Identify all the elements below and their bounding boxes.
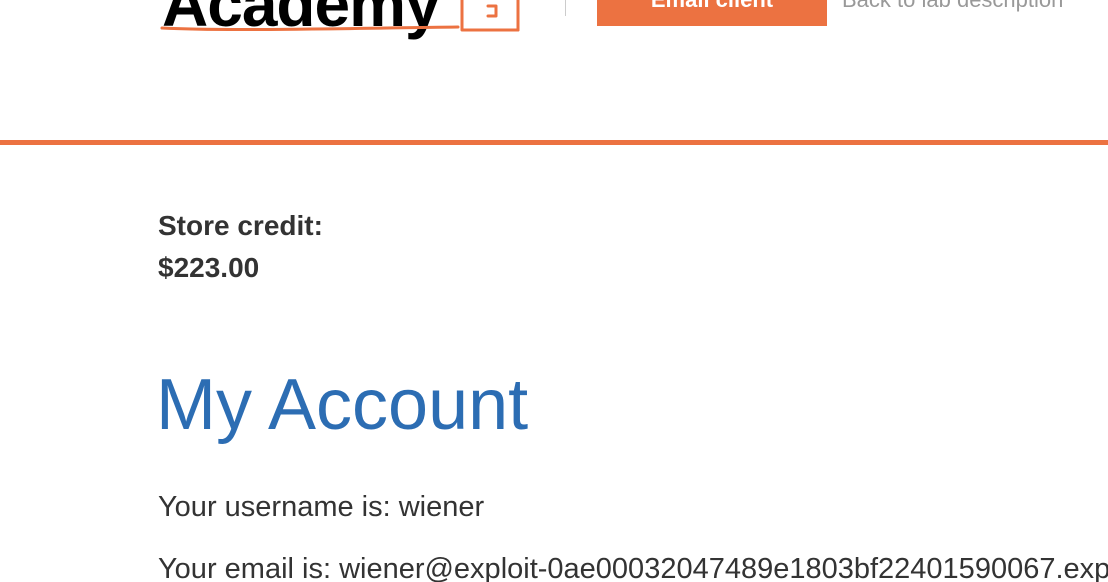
email-client-button[interactable]: Email client (597, 0, 827, 26)
logo-underline-icon (160, 25, 460, 32)
store-credit-label: Store credit: (158, 210, 323, 241)
email-text: Your email is: wiener@exploit-0ae0003204… (158, 553, 1108, 582)
header: Academy Email client Back to lab descrip… (0, 0, 1108, 140)
header-divider-rule (0, 140, 1108, 145)
back-to-lab-description-link[interactable]: Back to lab description (842, 0, 1063, 14)
page: Academy Email client Back to lab descrip… (0, 0, 1108, 582)
header-divider (565, 0, 566, 16)
academy-logo[interactable]: Academy (160, 0, 530, 52)
store-credit: Store credit: $223.00 (158, 205, 323, 289)
academy-puzzle-icon (460, 0, 520, 32)
username-text: Your username is: wiener (158, 491, 485, 523)
page-title: My Account (156, 365, 529, 445)
store-credit-value: $223.00 (158, 252, 260, 283)
